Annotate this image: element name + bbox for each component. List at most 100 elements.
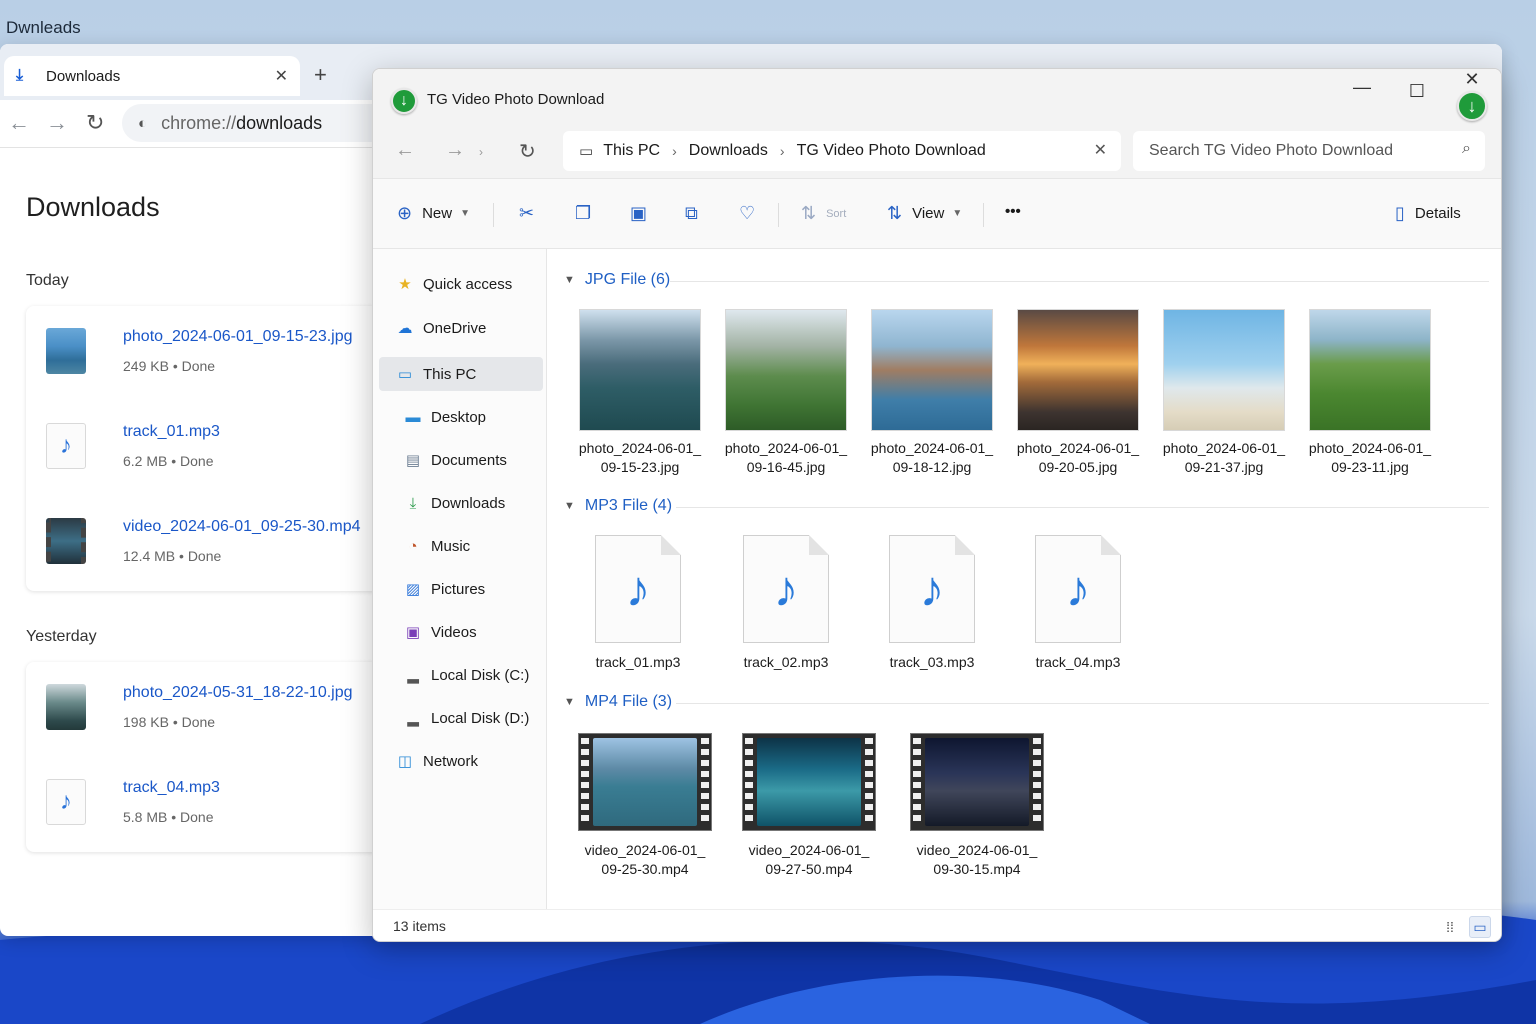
- nav-desktop[interactable]: ▬ Desktop: [379, 400, 543, 434]
- nav-downloads[interactable]: ⤓ Downloads: [379, 486, 543, 520]
- nav-pictures[interactable]: ▨ Pictures: [379, 572, 543, 606]
- more-options-button[interactable]: •••: [1005, 203, 1021, 220]
- search-icon[interactable]: ⌕: [1462, 140, 1471, 158]
- file-name: video_2024-06-01_ 09-30-15.mp4: [916, 842, 1038, 877]
- chrome-tab-downloads[interactable]: ⤓ Downloads ✕: [4, 56, 300, 96]
- forward-arrow-icon[interactable]: →: [445, 139, 465, 162]
- download-filename[interactable]: track_01.mp3: [123, 423, 220, 441]
- rename-button[interactable]: ⧉: [685, 203, 708, 224]
- nav-network[interactable]: ◫ Network: [379, 744, 543, 778]
- chevron-down-icon: ▼: [564, 274, 575, 286]
- clear-address-icon[interactable]: ✕: [1094, 140, 1107, 160]
- file-content-area: ▼ JPG File (6) photo_2024-06-01_ 09-15-23…: [548, 249, 1501, 909]
- grid-view-icon[interactable]: ⁞⁞: [1439, 916, 1461, 938]
- breadcrumb-chevron-icon: ›: [672, 143, 677, 159]
- download-item[interactable]: ♪ track_04.mp3 5.8 MB • Done: [26, 757, 386, 852]
- back-arrow-icon[interactable]: ←: [395, 139, 415, 162]
- maximize-button[interactable]: ☐: [1402, 81, 1432, 102]
- nav-documents[interactable]: ▤ Documents: [379, 443, 543, 477]
- file-name: track_01.mp3: [595, 654, 681, 670]
- nav-local-disk-c[interactable]: ▂ Local Disk (C:): [379, 658, 543, 692]
- file-tile-mp3[interactable]: ♪ track_03.mp3: [862, 535, 1002, 672]
- nav-music[interactable]: ◔ Music: [379, 529, 543, 563]
- cut-button[interactable]: ✂: [519, 203, 544, 224]
- rename-icon: ⧉: [685, 203, 698, 223]
- monitor-icon: ▭: [397, 366, 413, 383]
- forward-arrow-icon[interactable]: →: [46, 110, 68, 136]
- close-button[interactable]: ✕: [1457, 69, 1487, 90]
- download-badge-icon[interactable]: ↓: [1457, 91, 1487, 121]
- back-arrow-icon[interactable]: ←: [8, 110, 30, 136]
- chevron-down-icon: ▼: [460, 208, 471, 219]
- file-tile-jpg[interactable]: photo_2024-06-01_ 09-18-12.jpg: [862, 309, 1002, 477]
- view-button[interactable]: ⇅ View ▼: [887, 203, 962, 224]
- file-tile-mp3[interactable]: ♪ track_01.mp3: [568, 535, 708, 672]
- photo-icon: [46, 684, 86, 730]
- new-tab-button[interactable]: +: [314, 62, 327, 88]
- group-header-jpg[interactable]: ▼ JPG File (6): [564, 271, 670, 289]
- download-item[interactable]: video_2024-06-01_09-25-30.mp4 12.4 MB • …: [26, 496, 386, 591]
- file-name: photo_2024-06-01_ 09-16-45.jpg: [724, 440, 848, 475]
- audio-file-icon: ♪: [1035, 535, 1121, 643]
- new-button[interactable]: ⊕ New ▼: [397, 203, 470, 224]
- breadcrumb-current-folder[interactable]: TG Video Photo Download: [797, 142, 986, 160]
- nav-this-pc[interactable]: ▭ This PC: [379, 357, 543, 391]
- site-info-icon[interactable]: ◐: [138, 115, 147, 132]
- download-filename[interactable]: photo_2024-05-31_18-22-10.jpg: [123, 684, 353, 702]
- file-tile-mp3[interactable]: ♪ track_02.mp3: [716, 535, 856, 672]
- paste-button[interactable]: ▣: [630, 203, 657, 224]
- download-meta: 198 KB • Done: [123, 714, 216, 730]
- nav-onedrive[interactable]: ☁ OneDrive: [379, 311, 543, 345]
- breadcrumb-downloads[interactable]: Downloads: [689, 142, 768, 160]
- details-pane-icon: ▯: [1395, 203, 1405, 223]
- breadcrumb-this-pc[interactable]: This PC: [603, 142, 660, 160]
- file-tile-jpg[interactable]: photo_2024-06-01_ 09-21-37.jpg: [1154, 309, 1294, 477]
- group-title: JPG File (6): [584, 271, 671, 288]
- nav-quick-access[interactable]: ★ Quick access: [379, 267, 543, 301]
- file-name: video_2024-06-01_ 09-25-30.mp4: [584, 842, 706, 877]
- file-name: photo_2024-06-01_ 09-15-23.jpg: [578, 440, 702, 475]
- download-item[interactable]: photo_2024-06-01_09-15-23.jpg 249 KB • D…: [26, 306, 386, 401]
- new-label: New: [422, 205, 453, 222]
- star-icon: ★: [398, 276, 412, 293]
- download-item[interactable]: ♪ track_01.mp3 6.2 MB • Done: [26, 401, 386, 496]
- group-header-mp4[interactable]: ▼ MP4 File (3): [564, 693, 672, 711]
- recent-chevron-icon[interactable]: ›: [479, 145, 483, 159]
- share-icon: ♡: [739, 203, 756, 223]
- nav-label: This PC: [423, 365, 477, 383]
- group-header-mp3[interactable]: ▼ MP3 File (4): [564, 497, 672, 515]
- refresh-icon[interactable]: ↻: [519, 139, 536, 164]
- search-input[interactable]: Search TG Video Photo Download ⌕: [1133, 131, 1485, 171]
- download-filename[interactable]: photo_2024-06-01_09-15-23.jpg: [123, 328, 353, 346]
- file-tile-jpg[interactable]: photo_2024-06-01_ 09-16-45.jpg: [716, 309, 856, 477]
- file-tile-jpg[interactable]: photo_2024-06-01_ 09-20-05.jpg: [1008, 309, 1148, 477]
- file-tile-jpg[interactable]: photo_2024-06-01_ 09-23-11.jpg: [1300, 309, 1440, 477]
- tab-close-icon[interactable]: ✕: [275, 66, 288, 86]
- download-filename[interactable]: track_04.mp3: [123, 779, 220, 797]
- file-name: track_02.mp3: [743, 654, 829, 670]
- sort-button[interactable]: ⇅ Sort: [801, 203, 846, 224]
- nav-videos[interactable]: ▣ Videos: [379, 615, 543, 649]
- download-filename[interactable]: video_2024-06-01_09-25-30.mp4: [123, 518, 361, 536]
- share-button[interactable]: ♡: [739, 203, 765, 224]
- file-tile-mp3[interactable]: ♪ track_04.mp3: [1008, 535, 1148, 672]
- explorer-title-bar: ↓ TG Video Photo Download — ☐ ✕ ↓: [373, 69, 1501, 127]
- minimize-button[interactable]: —: [1347, 77, 1377, 98]
- file-tile-jpg[interactable]: photo_2024-06-01_ 09-15-23.jpg: [570, 309, 710, 477]
- details-view-icon[interactable]: ▭: [1469, 916, 1491, 938]
- nav-local-disk-d[interactable]: ▂ Local Disk (D:): [379, 701, 543, 735]
- copy-button[interactable]: ❐: [575, 203, 601, 224]
- file-tile-mp4[interactable]: video_2024-06-01_ 09-30-15.mp4: [902, 733, 1052, 879]
- reload-icon[interactable]: ↻: [86, 110, 104, 136]
- navigation-pane: ★ Quick access ☁ OneDrive ▭ This PC ▬ De…: [373, 249, 547, 909]
- file-tile-mp4[interactable]: video_2024-06-01_ 09-27-50.mp4: [734, 733, 884, 879]
- search-placeholder: Search TG Video Photo Download: [1149, 142, 1394, 159]
- breadcrumb[interactable]: ▭ This PC › Downloads › TG Video Photo D…: [563, 131, 1121, 171]
- group-label-today: Today: [26, 272, 69, 289]
- file-tile-mp4[interactable]: video_2024-06-01_ 09-25-30.mp4: [570, 733, 720, 879]
- photo-thumbnail: [725, 309, 847, 431]
- details-button[interactable]: ▯ Details: [1395, 203, 1461, 224]
- nav-label: Videos: [431, 623, 477, 641]
- photo-thumbnail: [1163, 309, 1285, 431]
- download-item[interactable]: photo_2024-05-31_18-22-10.jpg 198 KB • D…: [26, 662, 386, 757]
